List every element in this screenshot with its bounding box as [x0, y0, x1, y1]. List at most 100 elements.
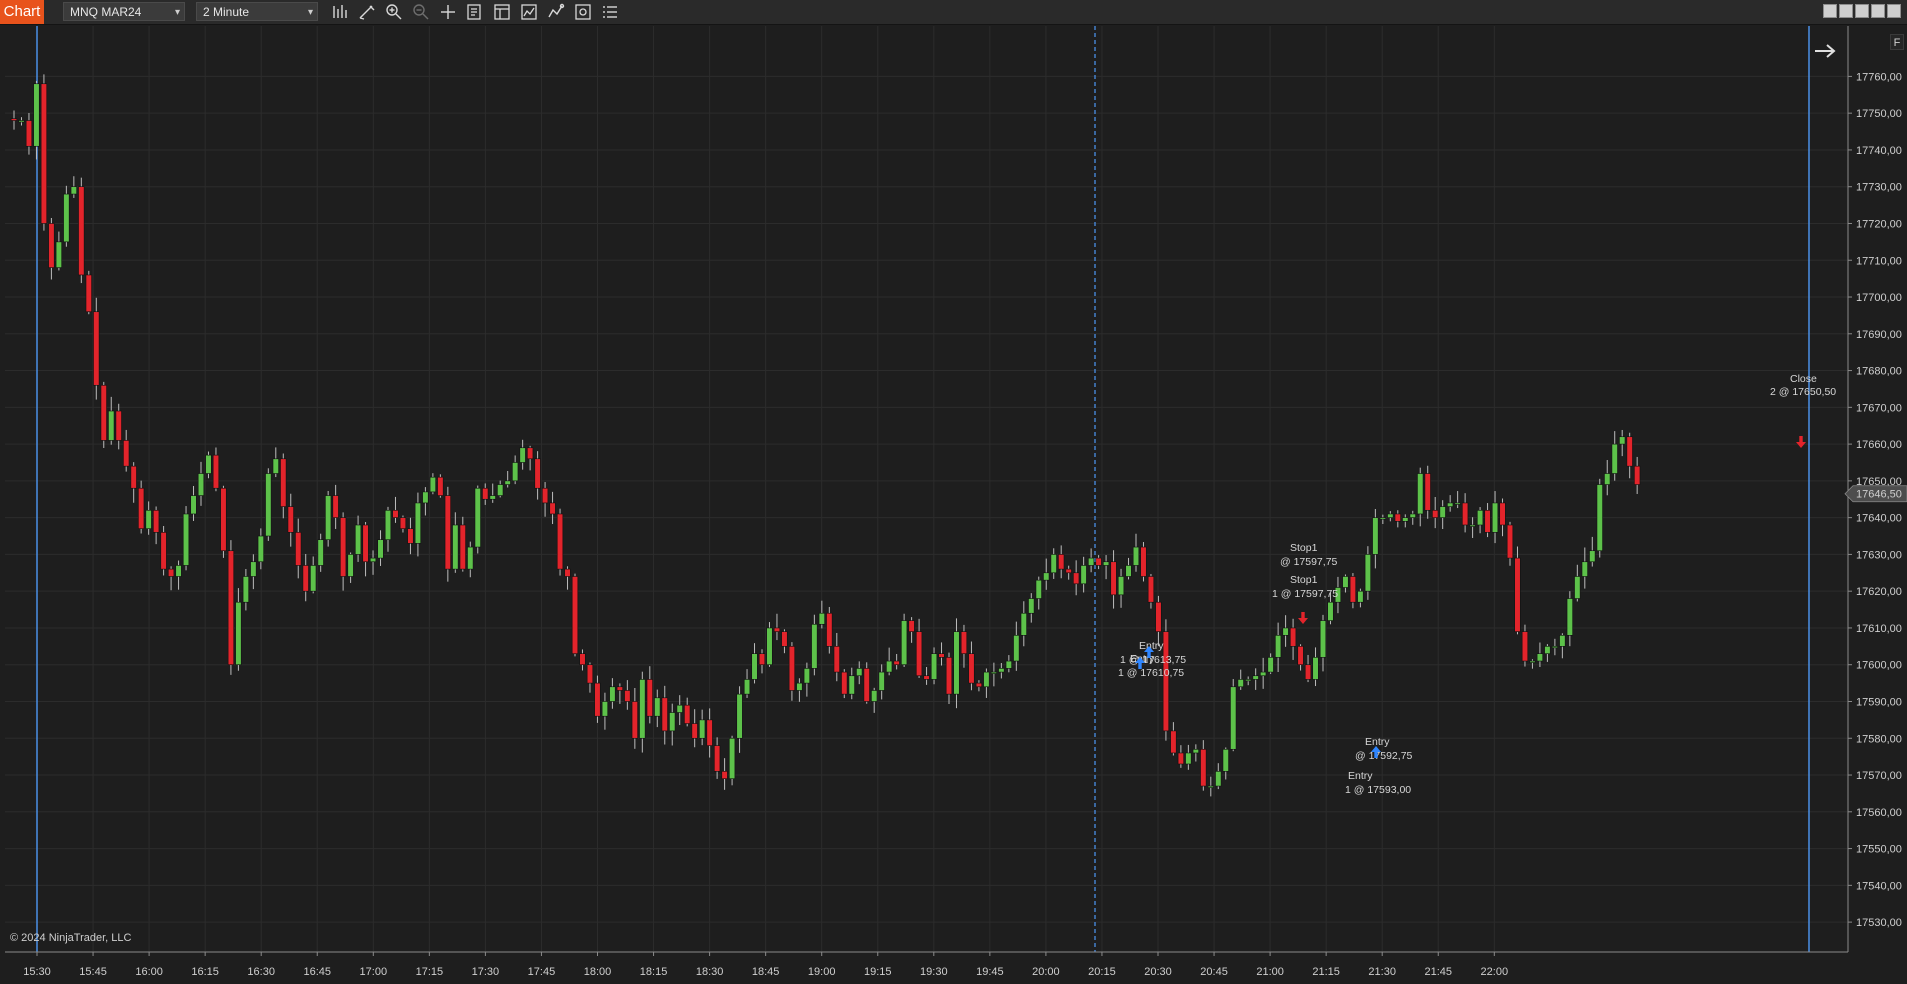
x-tick-label: 16:15 — [191, 966, 219, 978]
x-tick-label: 15:45 — [79, 966, 107, 978]
candle-up — [1185, 752, 1192, 765]
window-close-button[interactable] — [1887, 4, 1901, 18]
candle-up — [1102, 561, 1110, 566]
candle-down — [295, 532, 302, 566]
x-tick-label: 18:45 — [752, 966, 780, 978]
crosshair-icon[interactable] — [437, 2, 459, 22]
x-tick-label: 22:00 — [1481, 966, 1509, 978]
draw-icon[interactable] — [356, 2, 378, 22]
candle-up — [70, 186, 77, 195]
candle-down — [1432, 509, 1439, 518]
x-tick-label: 17:45 — [528, 966, 556, 978]
window-tile-button[interactable] — [1855, 4, 1869, 18]
window-minimize-button[interactable] — [1823, 4, 1837, 18]
candle-up — [728, 737, 736, 780]
candle-down — [1394, 513, 1401, 522]
candle-down — [826, 612, 833, 647]
candle-down — [1058, 554, 1065, 570]
chart-corner-label[interactable]: F — [1890, 34, 1904, 50]
candle-up — [1080, 565, 1087, 585]
candle-up — [886, 660, 893, 673]
candle-up — [1409, 513, 1416, 518]
execution-detail: 1 @ 17610,75 — [1118, 667, 1184, 679]
zoom-out-icon[interactable] — [410, 2, 432, 22]
candle-up — [1566, 598, 1573, 636]
candle-down — [908, 620, 915, 632]
candle-down — [399, 517, 407, 529]
candle-down — [915, 631, 923, 677]
x-tick-label: 21:30 — [1368, 966, 1396, 978]
x-tick-label: 19:15 — [864, 966, 892, 978]
chevron-down-icon: ▾ — [174, 7, 180, 18]
candle-down — [100, 384, 107, 441]
candle-up — [1364, 554, 1371, 592]
candle-down — [579, 653, 586, 666]
instrument-value: MNQ MAR24 — [70, 5, 142, 19]
price-chart[interactable]: Stop1 @ 17597,75 Stop1 1 @ 17597,75 Entry 1 @… — [0, 24, 1907, 984]
execution-label: Entry — [1365, 736, 1390, 748]
candle-down — [85, 274, 92, 313]
strategies-icon[interactable] — [518, 2, 540, 22]
candle-up — [871, 690, 878, 702]
candle-up — [347, 554, 354, 577]
instrument-selector[interactable]: MNQ MAR24 ▾ — [63, 2, 185, 21]
candle-down — [1521, 631, 1529, 662]
chart-tab[interactable]: Chart — [0, 0, 44, 24]
candle-up — [1088, 557, 1095, 566]
execution-detail: 1 @ 17597,75 — [1272, 588, 1338, 600]
window-maximize-button[interactable] — [1871, 4, 1885, 18]
candle-up — [998, 668, 1005, 673]
candle-down — [691, 723, 698, 739]
candle-up — [736, 693, 743, 739]
candle-down — [138, 487, 145, 529]
bar-type-icon[interactable] — [329, 2, 351, 22]
candles — [10, 74, 1641, 797]
candle-down — [1297, 646, 1304, 666]
candle-up — [1050, 554, 1057, 574]
zoom-in-icon[interactable] — [383, 2, 405, 22]
candle-up — [1529, 660, 1536, 663]
y-tick-label: 17750,00 — [1856, 108, 1902, 120]
candle-up — [1596, 484, 1603, 552]
candle-up — [265, 473, 272, 537]
candle-down — [781, 631, 788, 647]
execution-label: Entry — [1348, 770, 1373, 782]
candle-up — [272, 458, 279, 474]
y-tick-label: 17680,00 — [1856, 366, 1902, 378]
execution-markers: Stop1 @ 17597,75 Stop1 1 @ 17597,75 Entry 1 @… — [1118, 373, 1836, 796]
y-tick-label: 17560,00 — [1856, 807, 1902, 819]
window-restore-button[interactable] — [1839, 4, 1853, 18]
candle-down — [287, 506, 294, 533]
candle-up — [55, 241, 62, 268]
candle-down — [863, 668, 870, 702]
candle-up — [1581, 561, 1588, 577]
candle-down — [684, 704, 691, 724]
candle-down — [616, 686, 623, 691]
candle-down — [1095, 557, 1102, 566]
candle-up — [1282, 627, 1289, 636]
execution-detail: 1 @ 17593,00 — [1345, 784, 1411, 796]
candle-up — [1125, 565, 1132, 577]
execution-label: Stop1 — [1290, 542, 1318, 554]
candle-up — [1342, 576, 1349, 588]
candle-up — [422, 491, 429, 504]
candle-up — [983, 671, 990, 688]
candle-up — [818, 612, 825, 625]
timeframe-selector[interactable]: 2 Minute ▾ — [196, 2, 318, 21]
candle-down — [130, 465, 137, 489]
candle-down — [788, 646, 796, 691]
indicators-icon[interactable] — [545, 2, 567, 22]
data-box-icon[interactable] — [464, 2, 486, 22]
candle-up — [1379, 517, 1386, 520]
candle-down — [968, 653, 975, 684]
scroll-right-icon[interactable] — [1815, 44, 1836, 58]
candle-up — [190, 495, 197, 515]
templates-icon[interactable] — [491, 2, 513, 22]
candle-down — [594, 682, 601, 717]
candle-up — [1035, 579, 1042, 599]
list-icon[interactable] — [599, 2, 621, 22]
candle-down — [1462, 502, 1469, 526]
candle-up — [751, 653, 758, 680]
properties-icon[interactable] — [572, 2, 594, 22]
y-tick-label: 17630,00 — [1856, 549, 1902, 561]
